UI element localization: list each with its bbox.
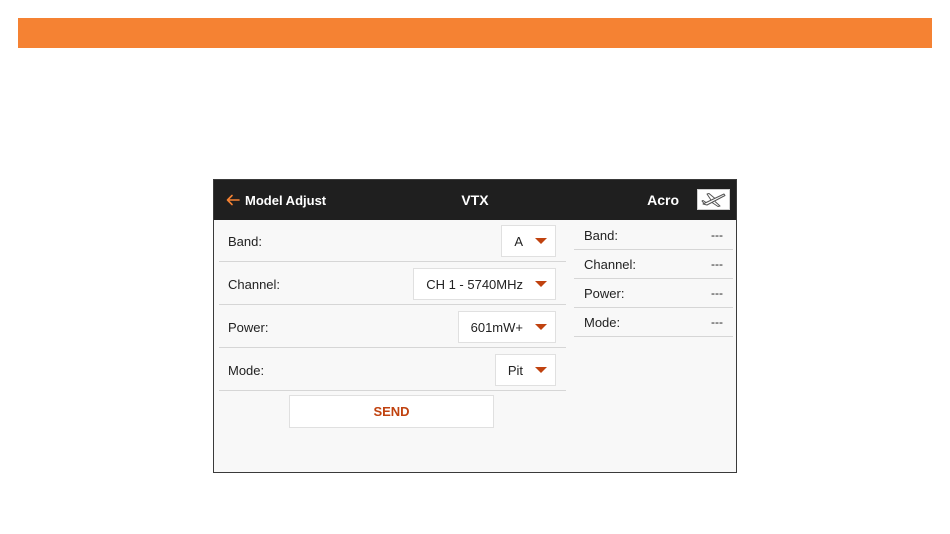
power-value: 601mW+ — [470, 319, 523, 335]
band-row: Band: A — [219, 220, 566, 262]
status-power-label: Power: — [584, 286, 625, 301]
vtx-screen: Model Adjust VTX Acro Band: A Channel: C… — [213, 179, 737, 473]
caret-down-icon — [535, 367, 547, 373]
channel-row: Channel: CH 1 - 5740MHz — [219, 263, 566, 305]
status-mode-row: Mode: --- — [574, 308, 733, 337]
status-band-label: Band: — [584, 228, 618, 243]
mode-label: Mode: — [228, 363, 265, 378]
power-row: Power: 601mW+ — [219, 306, 566, 348]
band-label: Band: — [228, 234, 262, 249]
header-bar: Model Adjust VTX Acro — [214, 180, 736, 220]
caret-down-icon — [535, 281, 547, 287]
status-power-value: --- — [711, 286, 723, 300]
mode-dropdown[interactable]: Pit — [494, 354, 556, 386]
status-power-row: Power: --- — [574, 279, 733, 308]
channel-label: Channel: — [228, 277, 281, 292]
status-channel-value: --- — [711, 257, 723, 271]
mode-value: Pit — [507, 362, 523, 378]
airplane-icon — [701, 193, 726, 207]
caret-down-icon — [535, 324, 547, 330]
channel-value: CH 1 - 5740MHz — [426, 276, 523, 292]
model-name: Acro — [647, 192, 679, 208]
send-button[interactable]: SEND — [289, 395, 494, 428]
mode-row: Mode: Pit — [219, 349, 566, 391]
top-banner — [18, 18, 932, 48]
status-mode-label: Mode: — [584, 315, 621, 330]
power-dropdown[interactable]: 601mW+ — [457, 311, 556, 343]
channel-dropdown[interactable]: CH 1 - 5740MHz — [413, 268, 556, 300]
status-channel-label: Channel: — [584, 257, 637, 272]
model-icon-button[interactable] — [697, 189, 730, 210]
status-channel-row: Channel: --- — [574, 250, 733, 279]
band-value: A — [514, 233, 523, 249]
status-band-value: --- — [711, 228, 723, 242]
status-mode-value: --- — [711, 315, 723, 329]
power-label: Power: — [228, 320, 269, 335]
status-band-row: Band: --- — [574, 221, 733, 250]
band-dropdown[interactable]: A — [501, 225, 556, 257]
caret-down-icon — [535, 238, 547, 244]
